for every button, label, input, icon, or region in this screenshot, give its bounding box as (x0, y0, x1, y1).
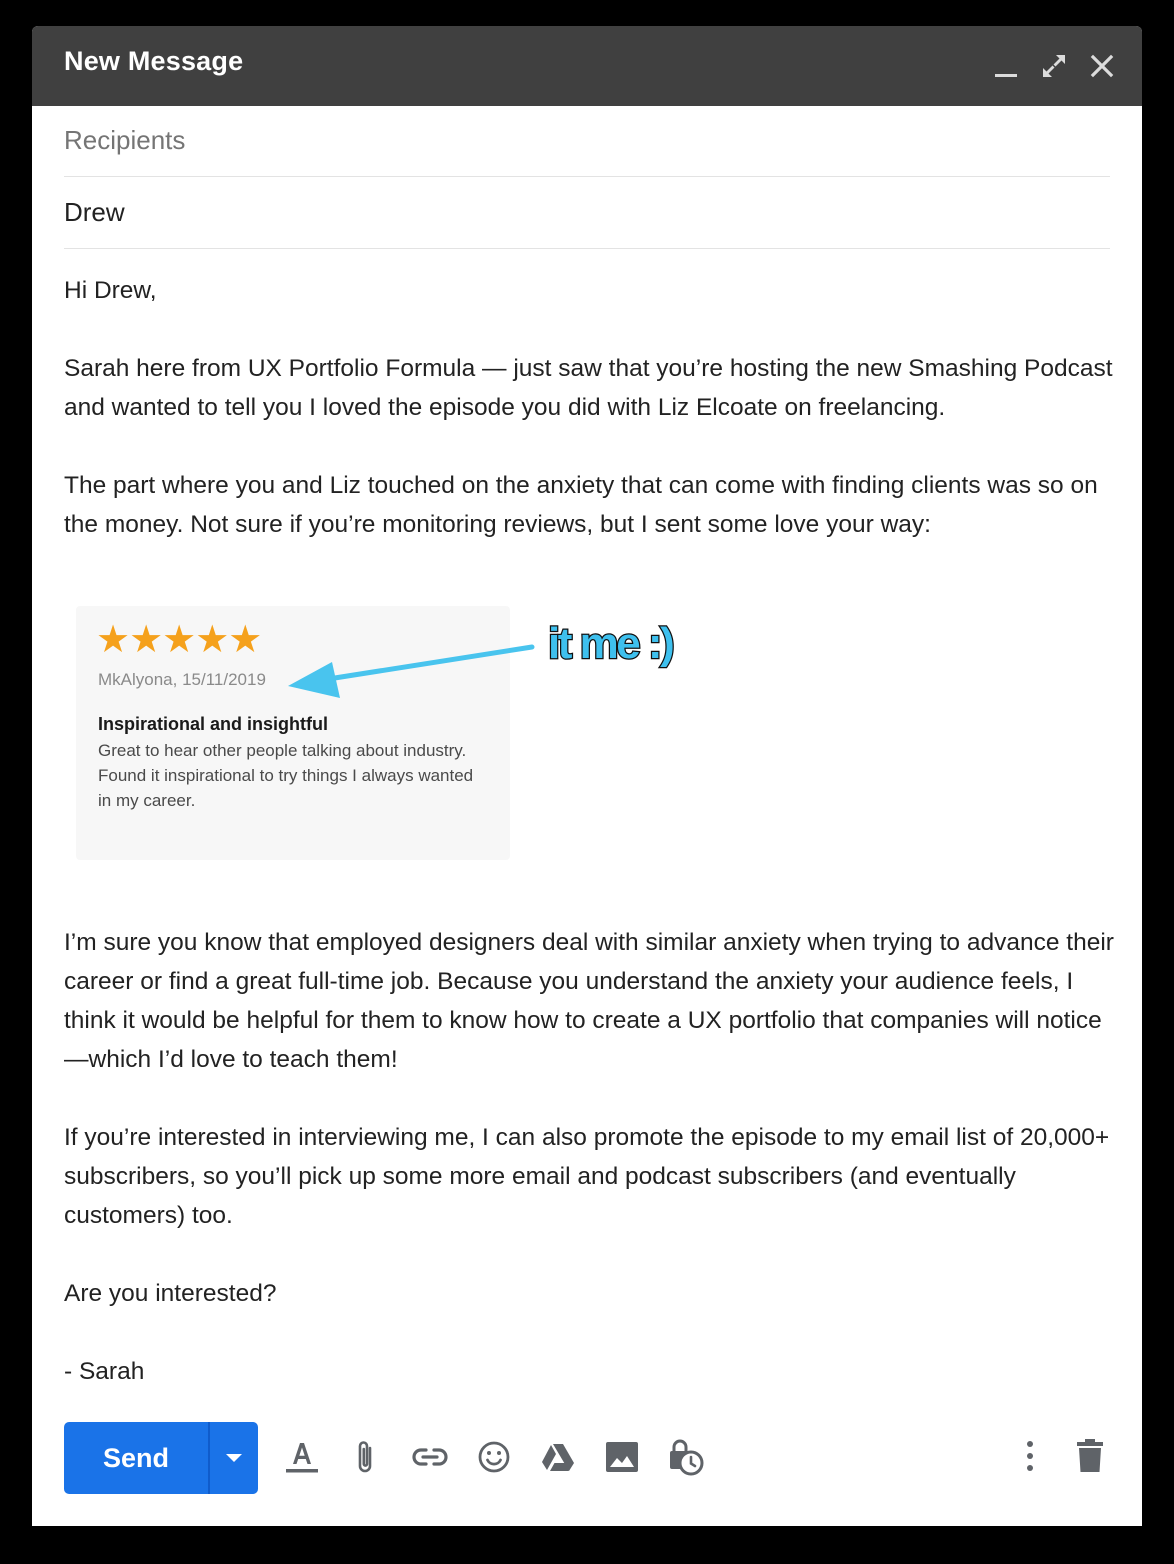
attach-files-button[interactable] (344, 1434, 388, 1480)
insert-link-icon (412, 1448, 448, 1466)
discard-draft-button[interactable] (1068, 1434, 1112, 1480)
expand-icon (1043, 55, 1065, 77)
compose-window: New Message Hi Drew, Sarah here from UX … (32, 26, 1142, 1526)
close-button[interactable] (1086, 50, 1118, 82)
discard-draft-icon (1077, 1439, 1103, 1472)
question-text: Are you interested? (64, 1280, 277, 1307)
rating-stars: ★★★★★ (96, 619, 262, 661)
compose-title: New Message (64, 46, 244, 76)
arrow-icon (288, 644, 535, 698)
review-author-date: MkAlyona, 15/11/2019 (98, 670, 266, 689)
greeting-text: Hi Drew, (64, 277, 157, 304)
insert-emoji-button[interactable] (472, 1434, 516, 1480)
review-title: Inspirational and insightful (98, 714, 329, 734)
confidential-mode-button[interactable] (664, 1434, 708, 1480)
recipients-input[interactable] (64, 106, 1110, 174)
insert-link-button[interactable] (408, 1434, 452, 1480)
subject-input[interactable] (64, 178, 1110, 246)
insert-emoji-icon (478, 1441, 510, 1473)
minimize-button[interactable] (990, 50, 1022, 82)
minimize-icon (995, 74, 1017, 77)
more-options-button[interactable] (1012, 1434, 1048, 1480)
more-options-icon (1027, 1441, 1033, 1471)
signature-text: - Sarah (64, 1358, 145, 1385)
review-text: Great to hear other people talking about… (98, 741, 474, 810)
compose-titlebar: New Message (32, 26, 1142, 106)
body-paragraph-2: The part where you and Liz touched on th… (64, 472, 1098, 538)
annotation-label: it me :) (547, 618, 676, 670)
formatting-options-button[interactable] (280, 1434, 324, 1480)
full-screen-button[interactable] (1038, 50, 1070, 82)
caret-down-icon (226, 1454, 242, 1462)
send-button-group: Send (64, 1422, 258, 1494)
confidential-mode-icon (670, 1439, 704, 1476)
attach-file-icon (358, 1441, 372, 1473)
subject-field (64, 178, 1110, 249)
body-paragraph-4: If you’re interested in interviewing me,… (64, 1124, 1110, 1229)
close-icon (1090, 54, 1114, 78)
format-text-icon (286, 1443, 318, 1473)
send-options-button[interactable] (210, 1422, 258, 1494)
body-paragraph-1: Sarah here from UX Portfolio Formula — j… (64, 355, 1113, 421)
insert-from-drive-button[interactable] (536, 1434, 580, 1480)
insert-photo-button[interactable] (600, 1434, 644, 1480)
send-button[interactable]: Send (64, 1422, 208, 1494)
insert-photo-icon (606, 1442, 638, 1472)
google-drive-icon (542, 1444, 574, 1471)
recipients-field (64, 106, 1110, 177)
body-paragraph-3: I’m sure you know that employed designer… (64, 929, 1114, 1073)
